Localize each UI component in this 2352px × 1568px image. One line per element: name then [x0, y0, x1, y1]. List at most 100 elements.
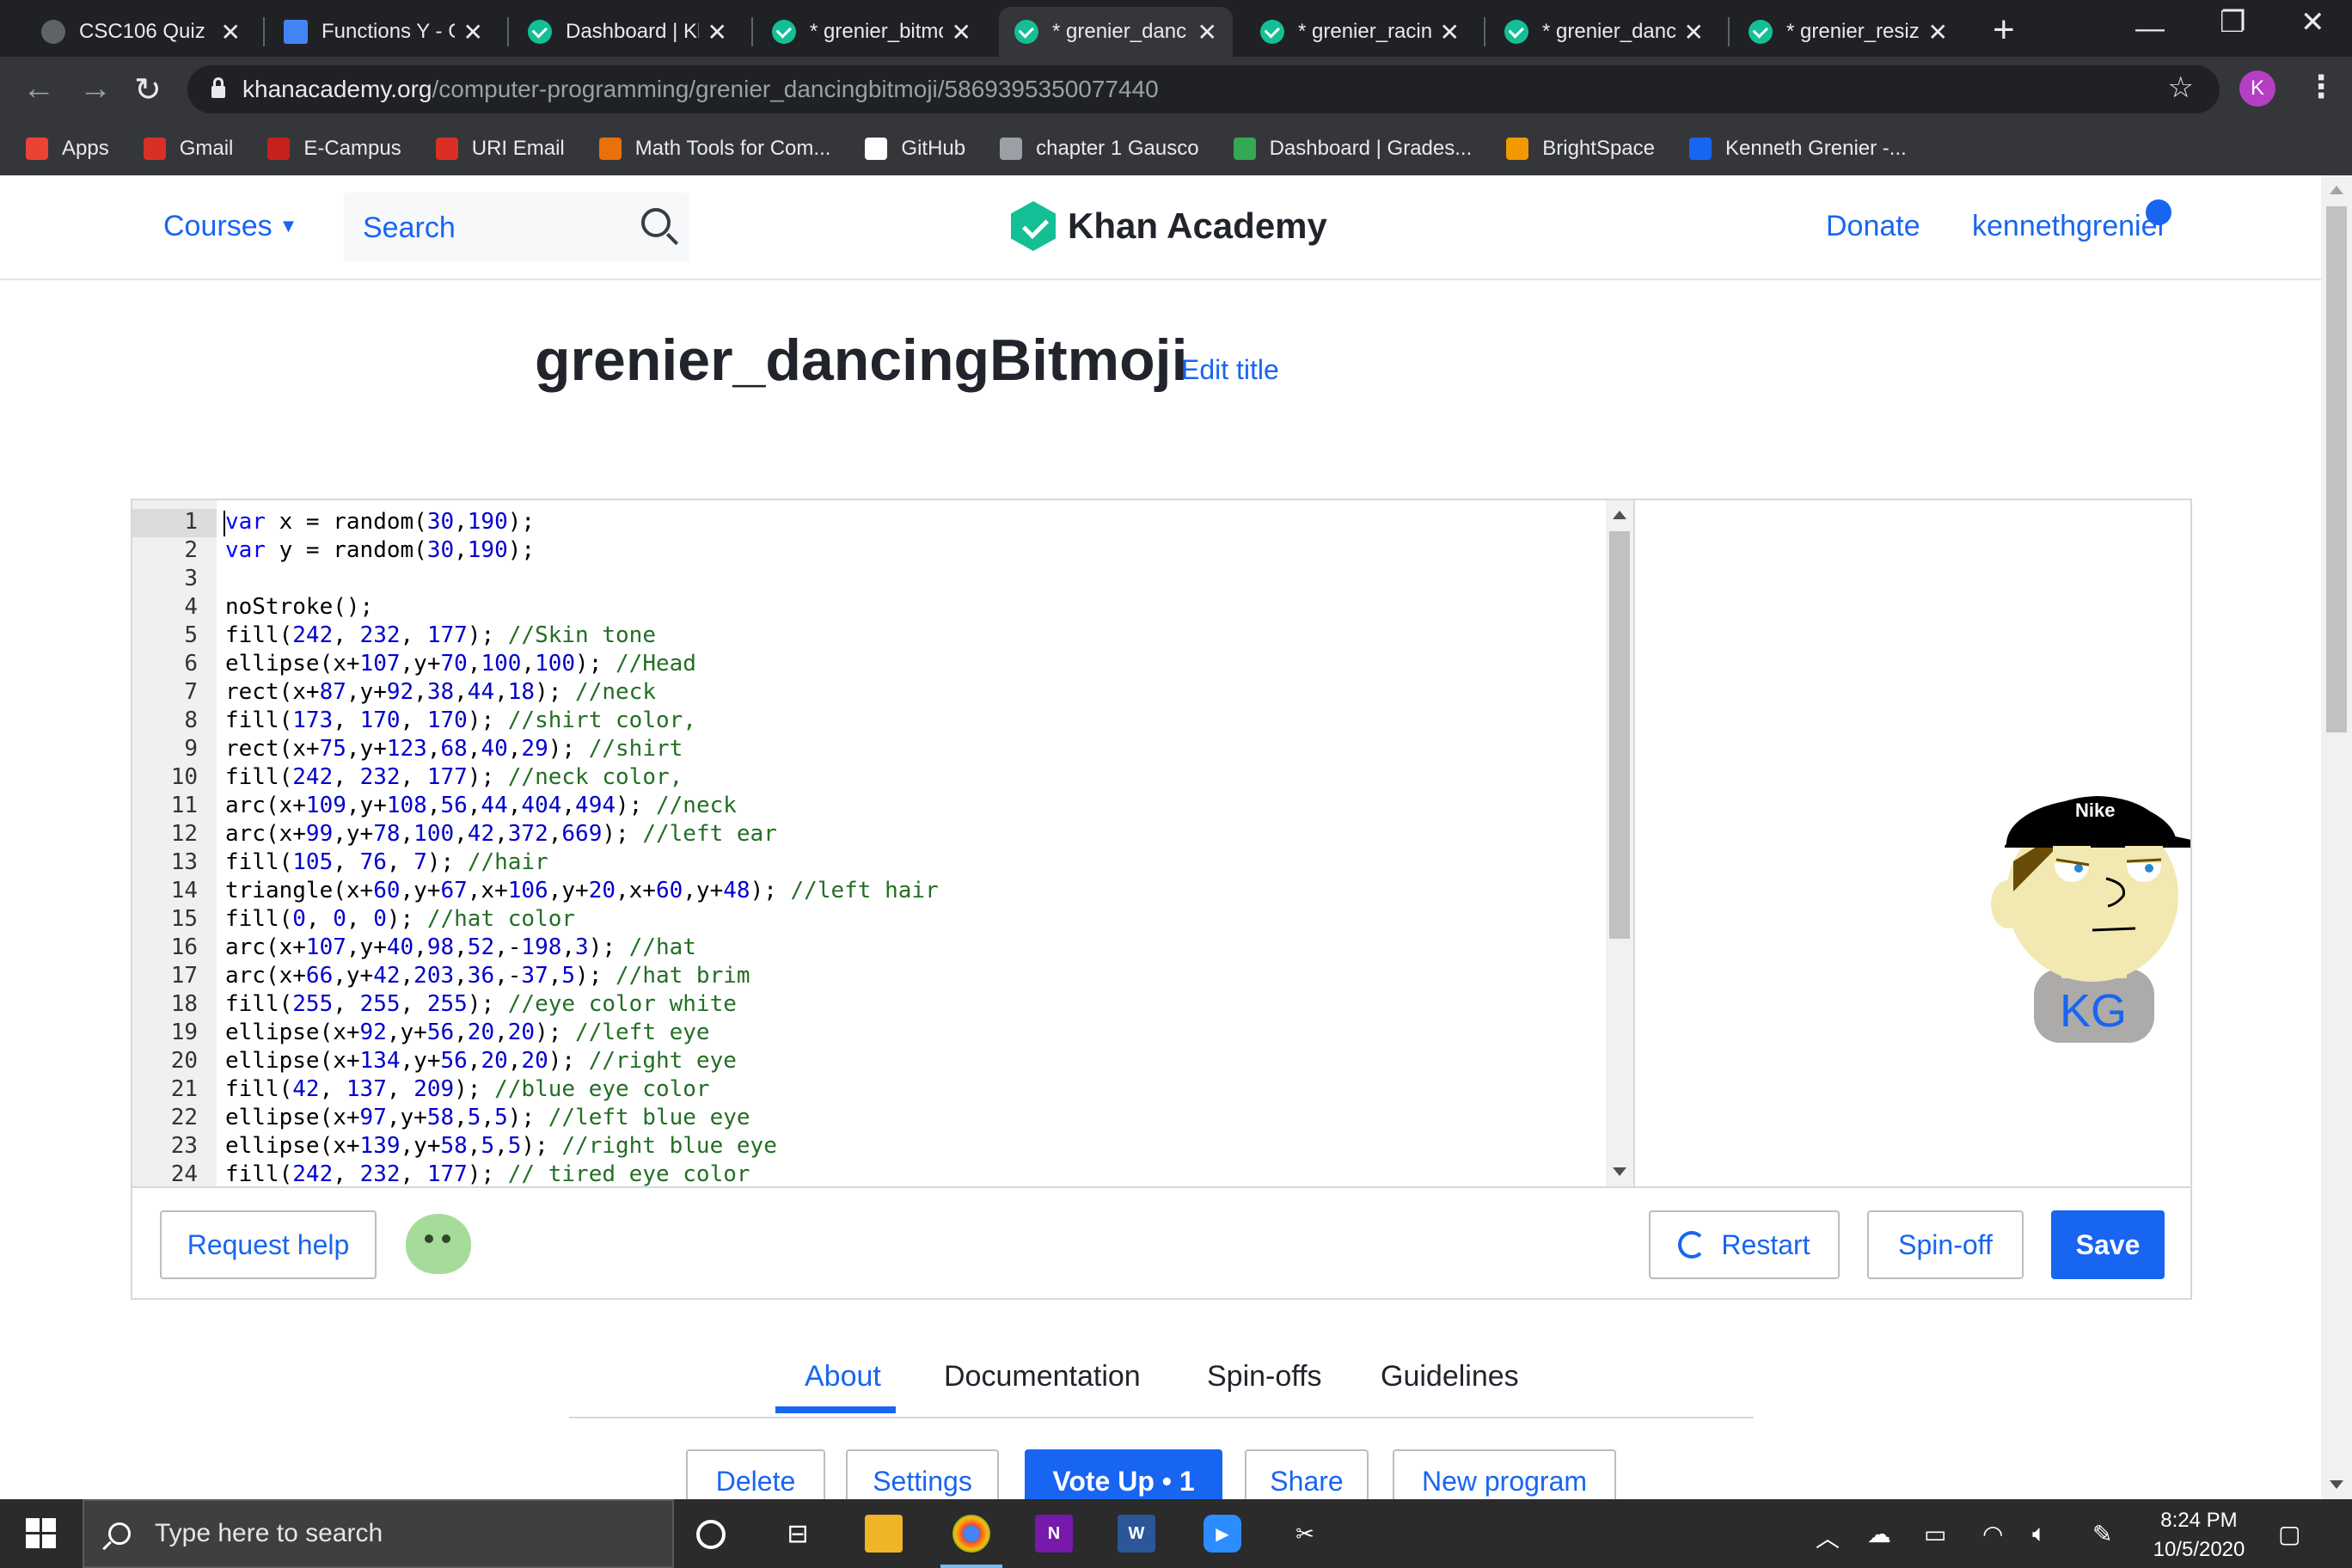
pen-icon[interactable]: ✎ — [2092, 1520, 2112, 1548]
browser-tab[interactable]: * grenier_danc ✕ — [999, 7, 1233, 57]
user-menu[interactable]: kennethgrenier — [1972, 210, 2167, 243]
chrome-taskbar-icon[interactable] — [940, 1515, 1002, 1568]
close-tab-icon[interactable]: ✕ — [1440, 18, 1460, 46]
code-line[interactable]: ellipse(x+107,y+70,100,100); //Head — [225, 651, 696, 677]
page-scrollbar[interactable] — [2321, 175, 2352, 1499]
lock-icon[interactable] — [211, 77, 225, 98]
code-line[interactable]: fill(255, 255, 255); //eye color white — [225, 991, 737, 1017]
bookmark-item[interactable]: URI Email — [435, 137, 565, 161]
code-line[interactable]: fill(242, 232, 177); //neck color, — [225, 764, 683, 790]
khan-academy-logo[interactable]: Khan Academy — [1011, 201, 1327, 251]
close-tab-icon[interactable]: ✕ — [221, 18, 241, 46]
code-line[interactable]: rect(x+75,y+123,68,40,29); //shirt — [225, 736, 683, 762]
close-tab-icon[interactable]: ✕ — [1928, 18, 1948, 46]
edit-title-link[interactable]: Edit title — [1181, 354, 1279, 386]
code-line[interactable]: ellipse(x+92,y+56,20,20); //left eye — [225, 1020, 710, 1045]
code-line[interactable]: rect(x+87,y+92,38,44,18); //neck — [225, 679, 656, 705]
code-line[interactable]: noStroke(); — [225, 594, 373, 620]
code-line[interactable]: ellipse(x+139,y+58,5,5); //right blue ey… — [225, 1133, 777, 1159]
tab-guidelines[interactable]: Guidelines — [1381, 1360, 1519, 1393]
browser-tab[interactable]: * grenier_racin ✕ — [1245, 7, 1475, 57]
bookmark-item[interactable]: Kenneth Grenier -... — [1689, 137, 1907, 161]
dropbox-sync-icon[interactable]: ☁ — [1867, 1520, 1891, 1548]
close-window-icon[interactable]: ✕ — [2300, 5, 2325, 40]
output-canvas[interactable]: Nike KG — [1635, 500, 2202, 1186]
bookmark-item[interactable]: Gmail — [143, 137, 233, 161]
spinoff-button[interactable]: Spin-off — [1867, 1210, 2024, 1279]
code-line[interactable]: fill(105, 76, 7); //hair — [225, 849, 548, 875]
donate-link[interactable]: Donate — [1826, 210, 1920, 243]
page-scroll-down-icon[interactable] — [2330, 1480, 2343, 1489]
volume-icon[interactable]: 🔈︎ — [2032, 1520, 2047, 1548]
bookmark-item[interactable]: chapter 1 Gausco — [1000, 137, 1199, 161]
tab-about[interactable]: About — [805, 1360, 881, 1393]
word-icon[interactable]: W — [1118, 1515, 1155, 1553]
code-line[interactable]: ellipse(x+134,y+56,20,20); //right eye — [225, 1048, 737, 1074]
show-hidden-icons-icon[interactable]: ︿ — [1816, 1520, 1840, 1554]
restore-icon[interactable]: ❐ — [2220, 5, 2245, 40]
code-line[interactable]: triangle(x+60,y+67,x+106,y+20,x+60,y+48)… — [225, 878, 939, 903]
restart-button[interactable]: Restart — [1649, 1210, 1840, 1279]
tab-spin-offs[interactable]: Spin-offs — [1207, 1360, 1322, 1393]
snipping-tool-icon[interactable]: ✂ — [1286, 1515, 1324, 1553]
code-line[interactable]: fill(0, 0, 0); //hat color — [225, 906, 575, 932]
code-line[interactable]: arc(x+109,y+108,56,44,404,494); //neck — [225, 793, 737, 818]
url-text[interactable]: khanacademy.org/computer-programming/gre… — [242, 76, 1159, 103]
search-input[interactable]: Search — [344, 193, 689, 261]
forward-arrow-icon[interactable]: → — [79, 70, 112, 107]
cortana-icon[interactable] — [696, 1520, 726, 1549]
zoom-icon[interactable]: ▶ — [1204, 1515, 1241, 1553]
chrome-menu-icon[interactable]: ⋮ — [2306, 69, 2337, 105]
scroll-up-arrow-icon[interactable] — [1613, 511, 1626, 519]
code-line[interactable]: ellipse(x+97,y+58,5,5); //left blue eye — [225, 1105, 750, 1130]
oh-noes-guy-icon[interactable] — [406, 1214, 471, 1274]
browser-tab[interactable]: * grenier_resiz ✕ — [1733, 7, 1963, 57]
code-line[interactable]: arc(x+107,y+40,98,52,-198,3); //hat — [225, 934, 696, 960]
notification-dot[interactable] — [2146, 199, 2171, 225]
bookmark-item[interactable]: Math Tools for Com... — [598, 137, 830, 161]
code-line[interactable]: fill(242, 232, 177); // tired eye color — [225, 1161, 750, 1186]
taskbar-search-input[interactable]: Type here to search — [83, 1499, 674, 1568]
back-arrow-icon[interactable]: ← — [22, 70, 55, 107]
code-line[interactable]: fill(42, 137, 209); //blue eye color — [225, 1076, 710, 1102]
page-scroll-up-icon[interactable] — [2330, 186, 2343, 194]
address-bar[interactable]: khanacademy.org/computer-programming/gre… — [187, 65, 2220, 113]
reload-icon[interactable]: ↻ — [134, 70, 162, 109]
editor-scrollbar-thumb[interactable] — [1609, 531, 1630, 939]
search-icon[interactable] — [641, 208, 671, 237]
code-line[interactable]: fill(173, 170, 170); //shirt color, — [225, 707, 696, 733]
code-line[interactable]: arc(x+99,y+78,100,42,372,669); //left ea… — [225, 821, 777, 847]
save-button[interactable]: Save — [2051, 1210, 2165, 1279]
browser-tab[interactable]: Functions Y - G ✕ — [268, 7, 499, 57]
code-line[interactable]: arc(x+66,y+42,203,36,-37,5); //hat brim — [225, 963, 750, 989]
code-line[interactable]: var y = random(30,190); — [225, 537, 535, 563]
close-tab-icon[interactable]: ✕ — [1684, 18, 1704, 46]
battery-icon[interactable]: ▭ — [1924, 1520, 1946, 1548]
scroll-down-arrow-icon[interactable] — [1613, 1167, 1626, 1176]
close-tab-icon[interactable]: ✕ — [463, 18, 483, 46]
profile-avatar[interactable]: K — [2239, 70, 2275, 107]
bookmark-item[interactable]: BrightSpace — [1506, 137, 1655, 161]
browser-tab[interactable]: * grenier_bitmo ✕ — [756, 7, 987, 57]
page-scrollbar-thumb[interactable] — [2326, 206, 2347, 732]
code-line[interactable]: fill(242, 232, 177); //Skin tone — [225, 622, 656, 648]
minimize-icon[interactable]: — — [2135, 12, 2165, 46]
bookmark-star-icon[interactable]: ☆ — [2168, 70, 2194, 105]
request-help-button[interactable]: Request help — [160, 1210, 377, 1279]
bookmark-item[interactable]: GitHub — [865, 137, 965, 161]
close-tab-icon[interactable]: ✕ — [707, 18, 727, 46]
task-view-icon[interactable]: ⊟ — [779, 1515, 817, 1553]
bookmark-item[interactable]: Dashboard | Grades... — [1233, 137, 1472, 161]
close-tab-icon[interactable]: ✕ — [952, 18, 971, 46]
system-clock[interactable]: 8:24 PM 10/5/2020 — [2139, 1506, 2259, 1565]
code-line[interactable]: var x = random(30,190); — [225, 509, 535, 535]
code-editor[interactable]: var x = random(30,190); var y = random(30… — [217, 500, 1609, 1186]
bookmark-item[interactable]: Apps — [26, 137, 109, 161]
browser-tab[interactable]: CSC106 Quiz U ✕ — [26, 7, 256, 57]
wifi-icon[interactable]: ◠ — [1982, 1520, 2003, 1548]
notifications-icon[interactable]: ▢ — [2278, 1520, 2300, 1548]
new-tab-button[interactable]: + — [1993, 9, 2015, 52]
tab-documentation[interactable]: Documentation — [944, 1360, 1141, 1393]
onenote-icon[interactable]: N — [1035, 1515, 1073, 1553]
close-tab-icon[interactable]: ✕ — [1197, 18, 1217, 46]
